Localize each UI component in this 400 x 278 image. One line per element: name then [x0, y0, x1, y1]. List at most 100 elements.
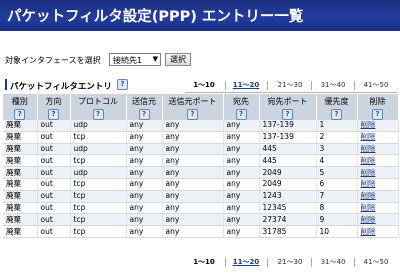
delete-link[interactable]: 削除	[357, 202, 399, 215]
cell-destination: any	[223, 166, 260, 179]
page-link-31-40[interactable]: 31〜40	[314, 257, 352, 267]
page-link-21-30[interactable]: 21〜30	[271, 257, 309, 267]
cell-type: 廃棄	[3, 225, 38, 238]
cell-destination: any	[223, 202, 260, 215]
cell-source-port: any	[162, 213, 224, 227]
cell-direction: out	[37, 225, 71, 238]
help-icon[interactable]: ?	[117, 79, 128, 90]
delete-link[interactable]: 削除	[357, 131, 399, 144]
cell-destination-port: 27374	[259, 213, 317, 227]
delete-link[interactable]: 削除	[357, 178, 399, 191]
page-link-11-20[interactable]: 11〜20	[227, 80, 265, 90]
cell-protocol: tcp	[70, 213, 127, 227]
cell-protocol: tcp	[70, 225, 127, 238]
cell-priority: 3	[316, 143, 358, 156]
cell-priority: 5	[316, 166, 358, 179]
delete-link[interactable]: 削除	[357, 143, 399, 156]
cell-source-port: any	[162, 225, 224, 238]
cell-source-port: any	[162, 120, 224, 132]
col-header-delete: 削除?	[357, 94, 399, 120]
cell-protocol: tcp	[70, 190, 127, 203]
cell-destination-port: 31785	[259, 225, 317, 238]
cell-type: 廃棄	[3, 190, 38, 203]
cell-priority: 7	[316, 190, 358, 203]
cell-destination: any	[223, 131, 260, 144]
section-marker	[5, 79, 7, 90]
cell-source-port: any	[162, 178, 224, 191]
delete-link[interactable]: 削除	[357, 213, 399, 227]
cell-type: 廃棄	[3, 154, 38, 168]
help-icon[interactable]: ?	[138, 109, 150, 120]
delete-link[interactable]: 削除	[357, 120, 399, 132]
cell-destination: any	[223, 120, 260, 132]
page-link-21-30[interactable]: 21〜30	[271, 80, 309, 90]
cell-type: 廃棄	[3, 202, 38, 215]
col-header-direction: 方向?	[37, 94, 71, 120]
page-link-1-10[interactable]: 1〜10	[185, 257, 223, 267]
cell-destination-port: 137-139	[259, 120, 317, 132]
help-icon[interactable]: ?	[282, 109, 293, 120]
cell-direction: out	[37, 178, 71, 191]
help-icon[interactable]: ?	[372, 109, 383, 120]
cell-source: any	[126, 143, 163, 156]
cell-destination: any	[223, 178, 260, 191]
cell-type: 廃棄	[3, 143, 38, 156]
page-link-11-20[interactable]: 11〜20	[227, 257, 265, 267]
cell-protocol: tcp	[70, 178, 127, 191]
delete-link[interactable]: 削除	[357, 190, 399, 203]
title-bar: パケットフィルタ設定(PPP) エントリー一覧	[0, 0, 400, 31]
pager-divider	[267, 81, 268, 90]
cell-source: any	[126, 154, 163, 168]
help-icon[interactable]: ?	[92, 109, 104, 120]
pager-divider	[225, 258, 226, 267]
col-header-type: 種別?	[3, 94, 38, 120]
pager-divider	[311, 258, 312, 267]
cell-destination-port: 12345	[259, 202, 317, 215]
cell-destination: any	[223, 190, 260, 203]
col-header-priority: 優先度?	[316, 94, 358, 120]
page-link-41-50[interactable]: 41〜50	[357, 257, 395, 267]
cell-destination-port: 137-139	[259, 131, 317, 144]
cell-source: any	[126, 225, 163, 238]
cell-direction: out	[37, 131, 71, 144]
interface-dropdown[interactable]: 接続先1 ▼	[109, 53, 161, 66]
cell-priority: 10	[316, 225, 358, 238]
cell-source: any	[126, 166, 163, 179]
help-icon[interactable]: ?	[187, 109, 198, 120]
cell-source-port: any	[162, 154, 224, 168]
page-title: パケットフィルタ設定(PPP) エントリー一覧	[7, 9, 304, 25]
delete-link[interactable]: 削除	[357, 154, 399, 168]
help-icon[interactable]: ?	[235, 109, 247, 120]
pager-divider	[354, 81, 355, 90]
cell-source: any	[126, 120, 163, 132]
select-button[interactable]: 選択	[165, 53, 191, 66]
cell-direction: out	[37, 202, 71, 215]
table-row: 廃棄 out tcp any any any 12345 8 削除	[3, 202, 399, 215]
pager-bottom: 1〜10 11〜20 21〜30 31〜40 41〜50	[185, 257, 397, 269]
cell-destination-port: 445	[259, 143, 317, 156]
cell-destination: any	[223, 143, 260, 156]
table-row: 廃棄 out udp any any any 445 3 削除	[3, 143, 399, 156]
pager-top: 1〜10 11〜20 21〜30 31〜40 41〜50	[185, 80, 397, 93]
cell-destination-port: 445	[259, 154, 317, 168]
help-icon[interactable]: ?	[14, 109, 26, 120]
delete-link[interactable]: 削除	[357, 225, 399, 238]
help-icon[interactable]: ?	[331, 109, 342, 120]
cell-protocol: tcp	[70, 131, 127, 144]
table-row: 廃棄 out tcp any any any 137-139 2 削除	[3, 131, 399, 144]
table-row: 廃棄 out tcp any any any 1243 7 削除	[3, 190, 399, 203]
page-link-1-10[interactable]: 1〜10	[185, 80, 223, 90]
help-icon[interactable]: ?	[48, 109, 59, 120]
page-link-41-50[interactable]: 41〜50	[357, 80, 395, 90]
cell-protocol: tcp	[70, 202, 127, 215]
cell-destination: any	[223, 213, 260, 227]
delete-link[interactable]: 削除	[357, 166, 399, 179]
page-link-31-40[interactable]: 31〜40	[314, 80, 352, 90]
filter-entry-table: 種別? 方向? プロトコル? 送信元? 送信元ポート? 宛先? 宛先ポート? 優…	[3, 94, 399, 238]
interface-select-label: 対象インタフェースを選択	[5, 56, 101, 65]
cell-priority: 9	[316, 213, 358, 227]
cell-priority: 8	[316, 202, 358, 215]
cell-source: any	[126, 202, 163, 215]
cell-type: 廃棄	[3, 131, 38, 144]
cell-source-port: any	[162, 202, 224, 215]
